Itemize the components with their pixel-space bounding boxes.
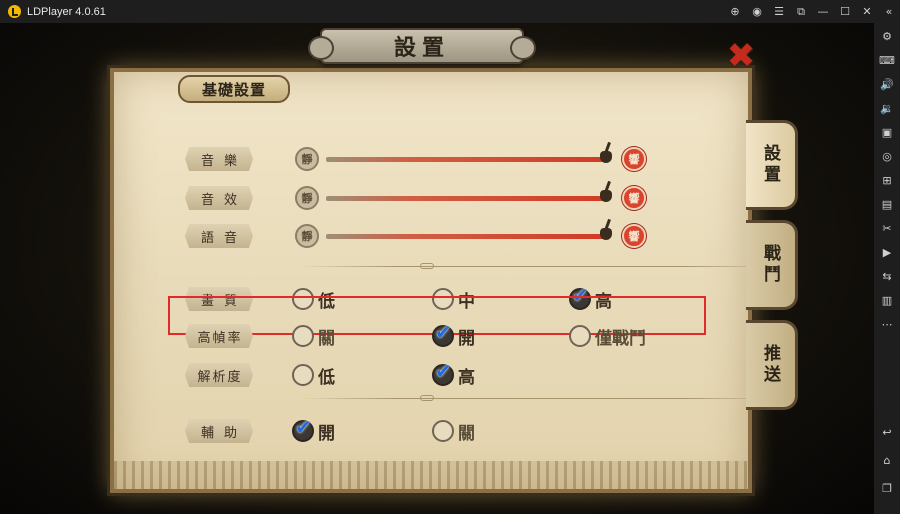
radio-checked-icon xyxy=(432,359,454,386)
keyboard-icon[interactable]: ⌨ xyxy=(874,49,900,71)
resolution-high-option[interactable]: 高 xyxy=(432,359,475,388)
tab-notifications[interactable]: 推送 xyxy=(746,320,798,410)
minimize-icon[interactable]: — xyxy=(812,0,834,23)
assist-off-option[interactable]: 關 xyxy=(432,418,475,444)
sfx-quiet-icon: 靜 xyxy=(295,186,319,210)
divider xyxy=(300,398,780,399)
back-icon[interactable]: ↩ xyxy=(874,421,900,443)
voice-slider[interactable] xyxy=(326,234,608,239)
sfx-label: 音效 xyxy=(185,186,253,210)
assist-label: 輔助 xyxy=(185,419,253,443)
screenshot-icon[interactable]: ▣ xyxy=(874,121,900,143)
resolution-label: 解析度 xyxy=(185,363,253,387)
voice-loud-icon: 響 xyxy=(622,224,646,248)
music-slider[interactable] xyxy=(326,157,608,162)
panel-title: 設置 xyxy=(393,35,450,61)
gamepad-icon[interactable]: ⊕ xyxy=(724,0,746,23)
apk-icon[interactable]: ▤ xyxy=(874,193,900,215)
radio-checked-icon xyxy=(292,415,314,442)
fps-on-option[interactable]: 開 xyxy=(432,320,475,349)
volume-down-icon[interactable]: 🔉 xyxy=(874,97,900,119)
sfx-slider[interactable] xyxy=(326,196,608,201)
user-icon[interactable]: ◉ xyxy=(746,0,768,23)
music-slider-handle[interactable] xyxy=(597,142,615,164)
fps-battle-only-option[interactable]: 僅戰鬥 xyxy=(569,323,646,349)
record-icon[interactable]: ◎ xyxy=(874,145,900,167)
divider-ornament xyxy=(420,395,434,401)
radio-unchecked-icon xyxy=(292,325,314,347)
radio-checked-icon xyxy=(432,320,454,347)
divider-ornament xyxy=(420,263,434,269)
collapse-icon[interactable]: « xyxy=(878,0,900,23)
voice-quiet-icon: 靜 xyxy=(295,224,319,248)
panel-title-plaque: 設置 xyxy=(308,28,536,64)
close-panel-button[interactable]: ✖ xyxy=(722,36,760,76)
window-controls: ⊕ ◉ ☰ ⧉ — ☐ ✕ « xyxy=(724,0,900,23)
voice-label: 語音 xyxy=(185,224,253,248)
settings-icon[interactable]: ⚙ xyxy=(874,25,900,47)
radio-unchecked-icon xyxy=(292,364,314,386)
scissors-icon[interactable]: ✂ xyxy=(874,217,900,239)
sync-icon[interactable]: ⇆ xyxy=(874,265,900,287)
ldplayer-logo-icon xyxy=(8,5,21,18)
video-icon[interactable]: ▶ xyxy=(874,241,900,263)
home-icon[interactable]: ⌂ xyxy=(874,449,900,471)
voice-slider-handle[interactable] xyxy=(597,219,615,241)
music-label: 音樂 xyxy=(185,147,253,171)
close-icon[interactable]: ✕ xyxy=(856,0,878,23)
tab-settings[interactable]: 設置 xyxy=(746,120,798,210)
divider xyxy=(300,266,780,267)
radio-unchecked-icon xyxy=(569,325,591,347)
sfx-slider-handle[interactable] xyxy=(597,181,615,203)
maximize-icon[interactable]: ☐ xyxy=(834,0,856,23)
fps-off-option[interactable]: 關 xyxy=(292,323,335,349)
emulator-sidebar: ⚙ ⌨ 🔊 🔉 ▣ ◎ ⊞ ▤ ✂ ▶ ⇆ ▥ ⋯ ↩ ⌂ ❐ xyxy=(874,23,900,514)
add-app-icon[interactable]: ⊞ xyxy=(874,169,900,191)
music-quiet-icon: 靜 xyxy=(295,147,319,171)
more-icon[interactable]: ⋯ xyxy=(874,313,900,335)
close-x-icon: ✖ xyxy=(726,36,756,76)
shake-icon[interactable]: ▥ xyxy=(874,289,900,311)
restore-icon[interactable]: ⧉ xyxy=(790,0,812,23)
resolution-low-option[interactable]: 低 xyxy=(292,362,335,388)
radio-unchecked-icon xyxy=(432,420,454,442)
volume-up-icon[interactable]: 🔊 xyxy=(874,73,900,95)
window-title: LDPlayer 4.0.61 xyxy=(27,5,106,18)
assist-on-option[interactable]: 開 xyxy=(292,415,335,444)
menu-icon[interactable]: ☰ xyxy=(768,0,790,23)
music-loud-icon: 響 xyxy=(622,147,646,171)
tab-battle[interactable]: 戰鬥 xyxy=(746,220,798,310)
fps-label: 高幀率 xyxy=(185,324,253,348)
recents-icon[interactable]: ❐ xyxy=(874,477,900,499)
sfx-loud-icon: 響 xyxy=(622,186,646,210)
section-header: 基礎設置 xyxy=(178,75,290,103)
section-title: 基礎設置 xyxy=(201,80,266,99)
title-bar: LDPlayer 4.0.61 ⊕ ◉ ☰ ⧉ — ☐ ✕ « xyxy=(0,0,900,23)
